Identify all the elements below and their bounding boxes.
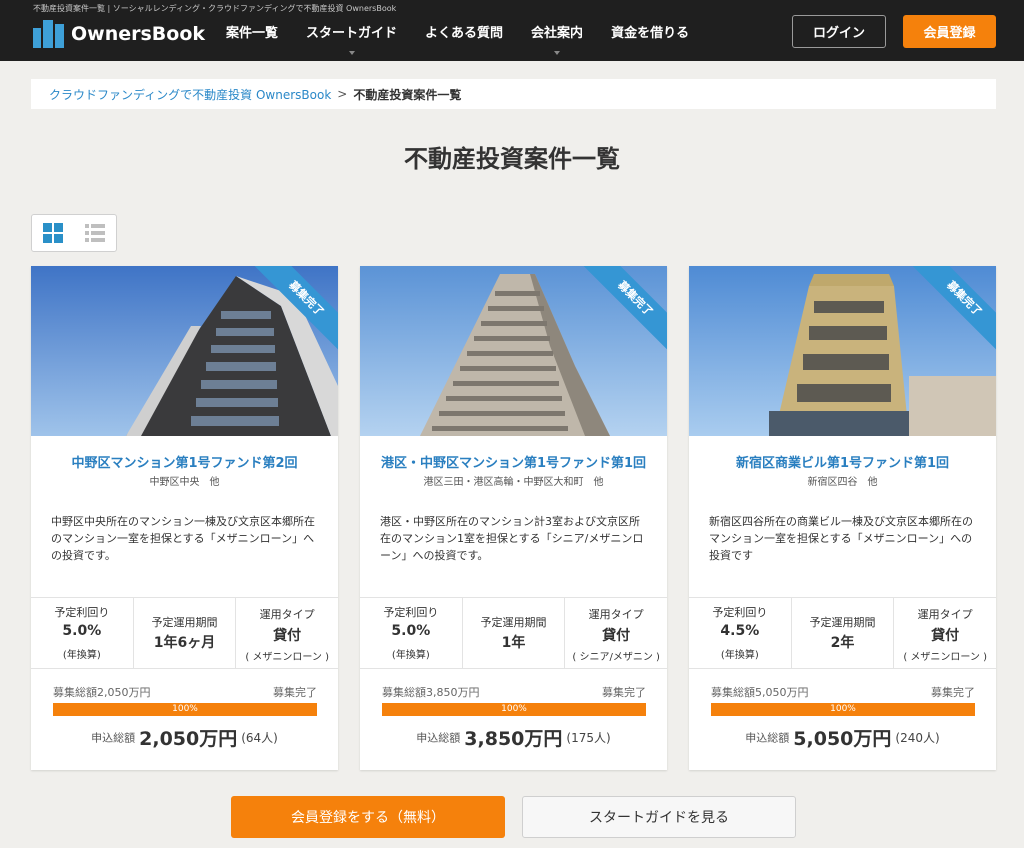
total-amount: 5,050万円	[793, 728, 892, 750]
raise-info: 募集総額5,050万円 募集完了	[711, 684, 975, 700]
project-title[interactable]: 中野区マンション第1号ファンド第2回	[31, 452, 338, 471]
nav-item-projects[interactable]: 案件一覧	[212, 0, 292, 61]
breadcrumb-separator: >	[337, 87, 348, 101]
stat-yield: 予定利回り 5.0% (年換算)	[31, 598, 134, 668]
project-title[interactable]: 港区・中野区マンション第1号ファンド第1回	[360, 452, 667, 471]
total-applied: 申込総額 5,050万円 (240人)	[745, 728, 940, 750]
raise-status: 募集完了	[931, 686, 975, 699]
chevron-down-icon	[554, 51, 561, 55]
project-location: 港区三田・港区高輪・中野区大和町 他	[423, 477, 604, 488]
total-amount: 2,050万円	[139, 728, 238, 750]
login-button[interactable]: ログイン	[792, 15, 886, 48]
raise-target: 募集総額5,050万円	[711, 686, 809, 699]
nav-item-faq[interactable]: よくある質問	[411, 0, 517, 61]
chevron-down-icon	[348, 51, 355, 55]
raise-info: 募集総額2,050万円 募集完了	[53, 684, 317, 700]
page-title: 不動産投資案件一覧	[404, 145, 620, 173]
breadcrumb: クラウドファンディングで不動産投資 OwnersBook > 不動産投資案件一覧	[31, 79, 996, 109]
total-applied: 申込総額 3,850万円 (175人)	[416, 728, 611, 750]
stat-period: 予定運用期間 2年	[792, 598, 895, 668]
start-guide-button[interactable]: スタートガイドを見る	[522, 796, 796, 838]
register-button[interactable]: 会員登録	[903, 15, 996, 48]
view-toggle	[31, 214, 117, 252]
breadcrumb-home-link[interactable]: クラウドファンディングで不動産投資 OwnersBook	[49, 86, 331, 103]
breadcrumb-current: 不動産投資案件一覧	[353, 87, 462, 102]
total-people: (240人)	[895, 731, 940, 745]
stat-type: 運用タイプ 貸付 ( シニア/メザニン )	[572, 608, 660, 663]
project-card[interactable]: 募集完了 新宿区商業ビル第1号ファンド第1回 新宿区四谷 他 新宿区四谷所在の商…	[689, 266, 996, 770]
stat-period: 予定運用期間 1年	[463, 598, 566, 668]
grid-view-button[interactable]	[32, 215, 74, 251]
total-amount: 3,850万円	[464, 728, 563, 750]
stat-yield: 予定利回り 4.5% (年換算)	[689, 598, 792, 668]
project-title[interactable]: 新宿区商業ビル第1号ファンド第1回	[689, 452, 996, 471]
project-location: 新宿区四谷 他	[807, 477, 878, 488]
signup-free-button[interactable]: 会員登録をする（無料）	[231, 796, 505, 838]
site-logo[interactable]: OwnersBook	[33, 20, 205, 48]
grid-icon	[43, 223, 63, 243]
logo-text: OwnersBook	[71, 23, 206, 45]
list-icon	[85, 224, 105, 242]
stat-yield: 予定利回り 5.0% (年換算)	[360, 598, 463, 668]
stat-period: 予定運用期間 1年6ヶ月	[134, 598, 237, 668]
progress-percent: 100%	[501, 704, 527, 714]
total-people: (64人)	[241, 731, 278, 745]
raise-status: 募集完了	[602, 686, 646, 699]
nav-item-borrow[interactable]: 資金を借りる	[597, 0, 703, 61]
raise-target: 募集総額2,050万円	[53, 686, 151, 699]
project-photo[interactable]: 募集完了	[360, 266, 667, 436]
stat-type: 運用タイプ 貸付 ( メザニンローン )	[903, 608, 988, 663]
raise-info: 募集総額3,850万円 募集完了	[382, 684, 646, 700]
project-description: 港区・中野区所在のマンション計3室および文京区所在のマンション1室を担保とする「…	[380, 515, 644, 562]
progress-percent: 100%	[830, 704, 856, 714]
project-photo[interactable]: 募集完了	[689, 266, 996, 436]
raise-target: 募集総額3,850万円	[382, 686, 480, 699]
project-description: 新宿区四谷所在の商業ビル一棟及び文京区本郷所在のマンション一室を担保とする「メザ…	[709, 515, 973, 562]
project-location: 中野区中央 他	[149, 477, 220, 488]
project-stats: 予定利回り 5.0% (年換算) 予定運用期間 1年6ヶ月 運用タイプ 貸付 (…	[31, 597, 338, 669]
progress-bar: 100%	[382, 703, 646, 716]
raise-status: 募集完了	[273, 686, 317, 699]
progress-bar: 100%	[711, 703, 975, 716]
site-header: 不動産投資案件一覧 | ソーシャルレンディング・クラウドファンディングで不動産投…	[0, 0, 1024, 61]
nav-item-start-guide[interactable]: スタートガイド	[292, 0, 411, 61]
progress-percent: 100%	[172, 704, 198, 714]
total-applied: 申込総額 2,050万円 (64人)	[91, 728, 278, 750]
total-people: (175人)	[566, 731, 611, 745]
project-card[interactable]: 募集完了 中野区マンション第1号ファンド第2回 中野区中央 他 中野区中央所在の…	[31, 266, 338, 770]
stat-type: 運用タイプ 貸付 ( メザニンローン )	[245, 608, 330, 663]
project-stats: 予定利回り 5.0% (年換算) 予定運用期間 1年 運用タイプ 貸付 ( シニ…	[360, 597, 667, 669]
progress-bar: 100%	[53, 703, 317, 716]
logo-building-icon	[33, 20, 65, 48]
nav-item-company[interactable]: 会社案内	[517, 0, 597, 61]
project-stats: 予定利回り 4.5% (年換算) 予定運用期間 2年 運用タイプ 貸付 ( メザ…	[689, 597, 996, 669]
project-photo[interactable]: 募集完了	[31, 266, 338, 436]
list-view-button[interactable]	[74, 215, 116, 251]
main-nav: 案件一覧 スタートガイド よくある質問 会社案内 資金を借りる	[212, 0, 703, 61]
project-card[interactable]: 募集完了 港区・中野区マンション第1号ファンド第1回 港区三田・港区高輪・中野区…	[360, 266, 667, 770]
project-description: 中野区中央所在のマンション一棟及び文京区本郷所在のマンション一室を担保とする「メ…	[51, 515, 315, 562]
